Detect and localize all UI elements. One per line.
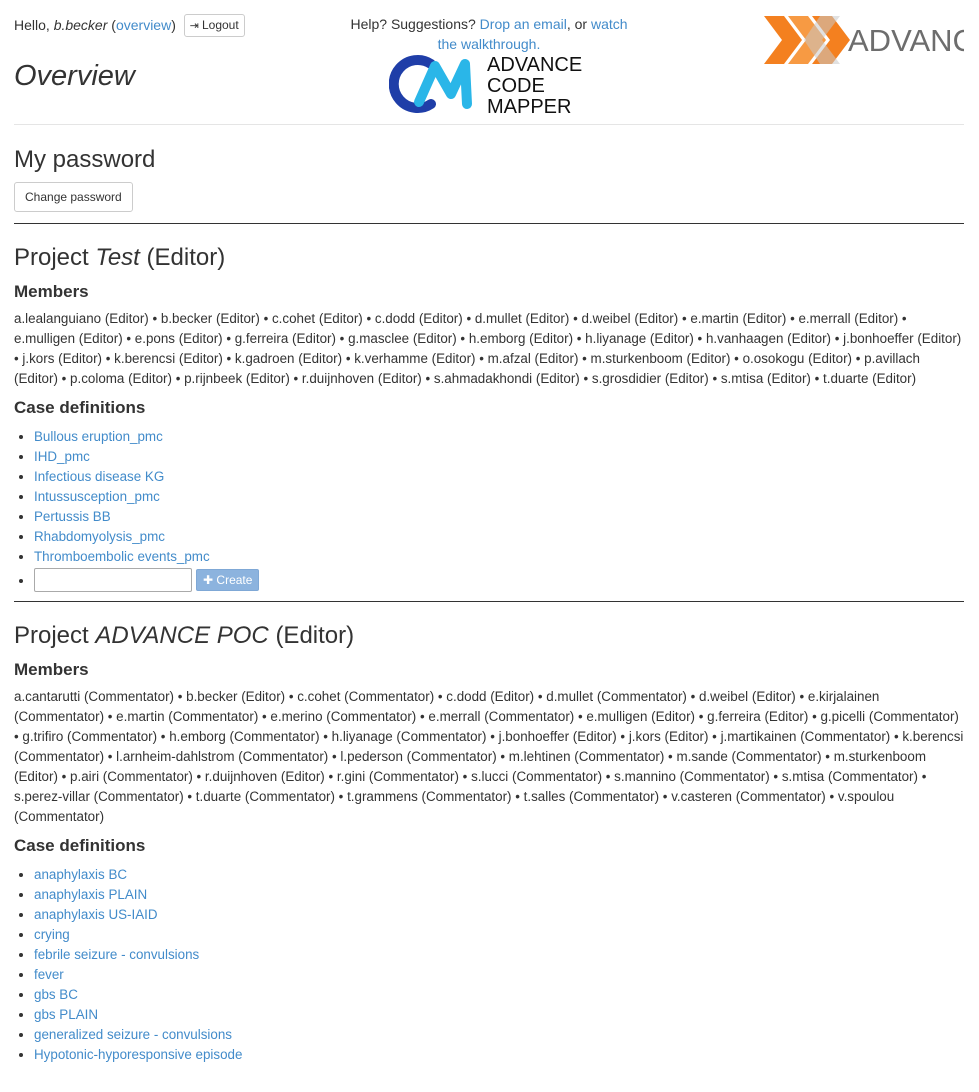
members-list: a.cantarutti (Commentator) • b.becker (E… — [14, 689, 964, 824]
logout-label: Logout — [201, 18, 239, 32]
case-link[interactable]: generalized seizure - convulsions — [34, 1027, 232, 1042]
members-heading: Members — [14, 282, 89, 301]
header: Hello, b.becker (overview) ⇥ Logout Overv… — [14, 0, 964, 125]
greeting-bar: Hello, b.becker (overview) ⇥ Logout — [14, 14, 245, 37]
case-link[interactable]: crying — [34, 927, 70, 942]
cm-logo-line-3: MAPPER — [487, 96, 571, 116]
list-item: febrile seizure - convulsions — [34, 945, 964, 965]
project-heading-prefix: Project — [14, 244, 89, 271]
greeting-text: Hello, — [14, 17, 50, 33]
members-heading: Members — [14, 660, 89, 679]
case-link[interactable]: anaphylaxis BC — [34, 867, 127, 882]
list-item: anaphylaxis BC — [34, 865, 964, 885]
advance-logo: ADVANCE — [764, 16, 964, 64]
create-case-row: ✚ Create — [34, 568, 964, 592]
create-case-item: ✚ Create — [34, 568, 964, 592]
list-item: anaphylaxis US-IAID — [34, 905, 964, 925]
list-item: Bullous eruption_pmc — [34, 427, 964, 447]
project-name: Test — [95, 244, 140, 271]
project-test: Project Test (Editor) Members a.lealangu… — [14, 224, 964, 592]
username: b.becker — [53, 17, 108, 33]
list-item: Thromboembolic events_pmc — [34, 547, 964, 567]
case-link[interactable]: Hypotonic-hyporesponsive episode — [34, 1047, 242, 1062]
project-advance-poc: Project ADVANCE POC (Editor) Members a.c… — [14, 602, 964, 1065]
case-link[interactable]: Rhabdomyolysis_pmc — [34, 529, 165, 544]
case-link[interactable]: Pertussis BB — [34, 509, 111, 524]
list-item: crying — [34, 925, 964, 945]
case-link[interactable]: febrile seizure - convulsions — [34, 947, 199, 962]
project-heading: Project ADVANCE POC (Editor) — [14, 621, 964, 651]
list-item: IHD_pmc — [34, 447, 964, 467]
logout-icon: ⇥ — [189, 20, 199, 32]
new-case-input[interactable] — [34, 568, 192, 592]
case-link[interactable]: IHD_pmc — [34, 449, 90, 464]
case-link[interactable]: fever — [34, 967, 64, 982]
list-item: gbs BC — [34, 985, 964, 1005]
help-prefix: Help? Suggestions? — [350, 16, 476, 32]
code-mapper-logo: ADVANCE CODE MAPPER — [389, 54, 582, 116]
case-link[interactable]: gbs BC — [34, 987, 78, 1002]
case-definitions-heading: Case definitions — [14, 398, 146, 417]
overview-link[interactable]: overview — [116, 17, 171, 33]
list-item: Infectious disease KG — [34, 467, 964, 487]
case-link[interactable]: gbs PLAIN — [34, 1007, 98, 1022]
case-definitions-list: Bullous eruption_pmc IHD_pmc Infectious … — [14, 427, 964, 592]
project-heading: Project Test (Editor) — [14, 243, 964, 273]
create-label: Create — [216, 573, 253, 587]
list-item: fever — [34, 965, 964, 985]
project-name: ADVANCE POC — [95, 622, 269, 649]
cm-logo-line-1: ADVANCE — [487, 54, 582, 76]
case-link[interactable]: anaphylaxis US-IAID — [34, 907, 158, 922]
case-definitions-list: anaphylaxis BC anaphylaxis PLAIN anaphyl… — [14, 865, 964, 1065]
case-link[interactable]: Infectious disease KG — [34, 469, 164, 484]
cm-logo-line-2: CODE — [487, 75, 545, 97]
change-password-button[interactable]: Change password — [14, 182, 133, 212]
case-link[interactable]: Bullous eruption_pmc — [34, 429, 163, 444]
case-link[interactable]: anaphylaxis PLAIN — [34, 887, 147, 902]
list-item: anaphylaxis PLAIN — [34, 885, 964, 905]
members-list: a.lealanguiano (Editor) • b.becker (Edit… — [14, 311, 962, 386]
help-text: Help? Suggestions? Drop an email, or wat… — [339, 14, 639, 54]
list-item: gbs PLAIN — [34, 1005, 964, 1025]
plus-icon: ✚ — [203, 573, 214, 587]
list-item: Pertussis BB — [34, 507, 964, 527]
password-heading: My password — [14, 146, 156, 173]
project-role: (Editor) — [275, 622, 355, 649]
page-title: Overview — [14, 60, 135, 92]
list-item: Hypotonic-hyporesponsive episode — [34, 1045, 964, 1065]
project-heading-prefix: Project — [14, 622, 89, 649]
email-link[interactable]: Drop an email — [480, 16, 567, 32]
help-middle: , or — [566, 16, 588, 32]
advance-logo-text: ADVANCE — [848, 23, 964, 58]
project-role: (Editor) — [146, 244, 226, 271]
case-link[interactable]: Thromboembolic events_pmc — [34, 549, 210, 564]
logout-button[interactable]: ⇥ Logout — [183, 14, 245, 37]
password-section: My password Change password — [14, 125, 964, 212]
list-item: generalized seizure - convulsions — [34, 1025, 964, 1045]
list-item: Rhabdomyolysis_pmc — [34, 527, 964, 547]
list-item: Intussusception_pmc — [34, 487, 964, 507]
page: Hello, b.becker (overview) ⇥ Logout Overv… — [14, 0, 964, 1065]
case-definitions-heading: Case definitions — [14, 836, 146, 855]
create-case-button[interactable]: ✚ Create — [196, 569, 260, 591]
case-link[interactable]: Intussusception_pmc — [34, 489, 160, 504]
